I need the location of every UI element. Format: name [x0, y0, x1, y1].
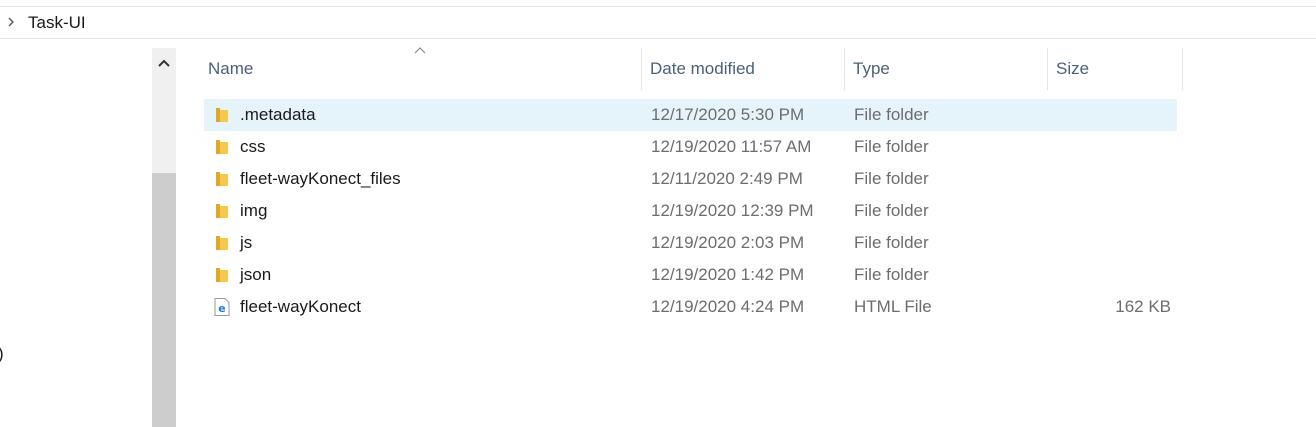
file-row[interactable]: fleet-wayKonect_files 12/11/2020 2:49 PM…	[204, 163, 1177, 195]
breadcrumb-item-task-ui[interactable]: Task-UI	[28, 13, 86, 33]
file-date-modified: 12/19/2020 2:03 PM	[651, 233, 805, 252]
file-row[interactable]: json 12/19/2020 1:42 PM File folder	[204, 259, 1177, 291]
file-date-modified: 12/19/2020 1:42 PM	[651, 265, 805, 284]
file-type: HTML File	[854, 297, 932, 316]
folder-icon	[216, 268, 228, 282]
file-type: File folder	[854, 169, 929, 188]
file-name: fleet-wayKonect	[240, 297, 361, 316]
file-row[interactable]: img 12/19/2020 12:39 PM File folder	[204, 195, 1177, 227]
folder-icon	[216, 236, 228, 250]
vertical-scrollbar[interactable]	[152, 48, 176, 427]
file-type: File folder	[854, 201, 929, 220]
chevron-right-icon[interactable]	[6, 16, 16, 28]
file-date-modified: 12/19/2020 4:24 PM	[651, 297, 805, 316]
file-row[interactable]: e fleet-wayKonect 12/19/2020 4:24 PM HTM…	[204, 291, 1177, 323]
file-type: File folder	[854, 105, 929, 124]
file-list: .metadata 12/17/2020 5:30 PM File folder…	[204, 99, 1177, 323]
column-header-type[interactable]: Type	[845, 48, 1048, 90]
edge-html-file-icon: e	[214, 298, 230, 316]
file-date-modified: 12/17/2020 5:30 PM	[651, 105, 805, 124]
column-header-size[interactable]: Size	[1048, 48, 1183, 90]
scroll-up-arrow-icon[interactable]	[152, 48, 176, 78]
file-name: fleet-wayKonect_files	[240, 169, 401, 188]
column-header-date-modified[interactable]: Date modified	[642, 48, 845, 90]
column-header-row: Name Date modified Type Size	[200, 48, 1183, 90]
folder-icon	[216, 140, 228, 154]
file-date-modified: 12/19/2020 12:39 PM	[651, 201, 814, 220]
file-size: 162 KB	[1115, 297, 1171, 316]
file-name: json	[240, 265, 272, 284]
file-type: File folder	[854, 265, 929, 284]
file-date-modified: 12/19/2020 11:57 AM	[651, 137, 812, 156]
file-row[interactable]: js 12/19/2020 2:03 PM File folder	[204, 227, 1177, 259]
file-name: img	[240, 201, 268, 220]
column-header-name[interactable]: Name	[200, 48, 642, 90]
folder-icon	[216, 172, 228, 186]
breadcrumb: Task-UI	[0, 7, 1316, 39]
file-row[interactable]: .metadata 12/17/2020 5:30 PM File folder	[204, 99, 1177, 131]
file-type: File folder	[854, 233, 929, 252]
file-name: .metadata	[240, 105, 316, 124]
folder-icon	[216, 204, 228, 218]
navigation-pane-clipped-text: )	[0, 344, 4, 364]
file-name: js	[240, 233, 253, 252]
scrollbar-thumb[interactable]	[152, 173, 176, 427]
svg-text:e: e	[218, 302, 225, 315]
file-date-modified: 12/11/2020 2:49 PM	[651, 169, 803, 188]
file-row[interactable]: css 12/19/2020 11:57 AM File folder	[204, 131, 1177, 163]
file-type: File folder	[854, 137, 929, 156]
file-name: css	[240, 137, 266, 156]
folder-icon	[216, 108, 228, 122]
